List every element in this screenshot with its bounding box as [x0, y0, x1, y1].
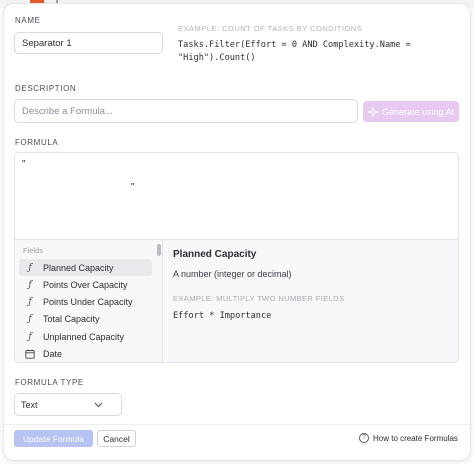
formula-label: FORMULA — [15, 138, 59, 147]
field-detail-title: Planned Capacity — [173, 249, 257, 260]
function-icon: ƒ — [28, 313, 32, 324]
formula-type-select[interactable]: Text — [14, 393, 122, 416]
name-label: NAME — [15, 16, 41, 25]
calendar-icon — [25, 349, 35, 359]
formula-type-label: FORMULA TYPE — [15, 378, 84, 387]
function-icon: ƒ — [28, 262, 32, 273]
field-item-label: Points Over Capacity — [43, 279, 128, 290]
scrollbar-thumb[interactable] — [157, 244, 161, 256]
generate-ai-button[interactable]: Generate using AI — [363, 101, 459, 122]
field-item-label: Points Under Capacity — [43, 296, 133, 307]
field-item-total-capacity[interactable]: ƒ Total Capacity — [19, 310, 152, 327]
description-input[interactable]: Describe a Formula... — [14, 99, 358, 123]
footer-divider — [4, 424, 470, 425]
field-item-points-under-capacity[interactable]: ƒ Points Under Capacity — [19, 293, 152, 310]
field-detail-example-title: EXAMPLE: MULTIPLY TWO NUMBER FIELDS — [173, 294, 345, 303]
field-item-date[interactable]: Date — [19, 345, 152, 362]
formula-quote-close: " — [131, 182, 135, 193]
name-example-code-line1: Tasks.Filter(Effort = 0 AND Complexity.N… — [178, 40, 411, 50]
fields-list: Fields ƒ Planned Capacity ƒ Points Over … — [15, 240, 163, 363]
field-item-points-over-capacity[interactable]: ƒ Points Over Capacity — [19, 276, 152, 293]
fields-header: Fields — [23, 246, 44, 255]
generate-ai-label: Generate using AI — [381, 106, 455, 117]
sparkle-icon — [367, 106, 378, 117]
update-formula-button[interactable]: Update Formula — [14, 430, 93, 447]
function-icon: ƒ — [28, 331, 32, 342]
name-input[interactable]: Separator 1 — [14, 32, 163, 54]
field-item-planned-capacity[interactable]: ƒ Planned Capacity — [19, 259, 152, 276]
field-detail-example-code: Effort * Importance — [173, 311, 272, 321]
field-item-label: Unplanned Capacity — [43, 331, 125, 342]
function-icon: ƒ — [28, 296, 32, 307]
chevron-down-icon — [94, 402, 103, 407]
fields-scrollbar[interactable] — [157, 244, 161, 360]
name-example-code-line2: "High").Count() — [178, 53, 256, 63]
cancel-button[interactable]: Cancel — [97, 430, 136, 447]
formula-quote-open: " — [22, 159, 26, 170]
help-link-label: How to create Formulas — [373, 433, 458, 443]
name-example-title: EXAMPLE: COUNT OF TASKS BY CONDITIONS — [178, 24, 363, 33]
formula-type-value: Text — [21, 399, 38, 410]
field-item-label: Planned Capacity — [43, 262, 114, 273]
description-label: DESCRIPTION — [15, 84, 77, 93]
field-item-label: Total Capacity — [43, 313, 100, 324]
fields-panel: Fields ƒ Planned Capacity ƒ Points Over … — [14, 240, 459, 363]
field-item-unplanned-capacity[interactable]: ƒ Unplanned Capacity — [19, 328, 152, 345]
help-icon: ? — [359, 433, 369, 443]
field-item-label: Date — [43, 348, 63, 359]
how-to-create-formulas-link[interactable]: ? How to create Formulas — [359, 433, 458, 443]
field-detail-description: A number (integer or decimal) — [173, 269, 292, 279]
function-icon: ƒ — [28, 279, 32, 290]
formula-editor[interactable]: " " — [14, 152, 459, 240]
